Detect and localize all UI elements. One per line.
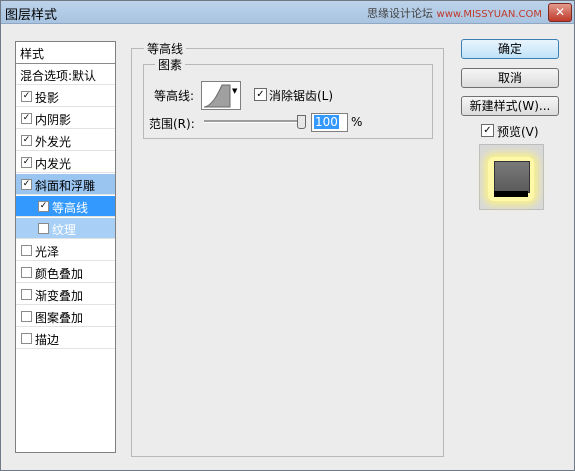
cancel-button[interactable]: 取消 — [461, 68, 559, 88]
blend-options-item[interactable]: 混合选项:默认 — [16, 64, 115, 85]
style-item-texture[interactable]: 纹理 — [16, 218, 115, 239]
style-item-label: 颜色叠加 — [35, 267, 84, 281]
preview-label: 预览(V) — [497, 125, 539, 139]
style-item-label: 投影 — [35, 91, 60, 105]
style-item-bevel-emboss[interactable]: ✓ 斜面和浮雕 — [16, 174, 115, 195]
preview-shape — [494, 161, 530, 193]
gradient-overlay-checkbox[interactable] — [21, 289, 32, 300]
inner-shadow-checkbox[interactable]: ✓ — [21, 113, 32, 124]
style-item-label: 纹理 — [52, 223, 77, 237]
contour-group-title: 等高线 — [144, 40, 187, 57]
style-item-label: 斜面和浮雕 — [35, 179, 96, 193]
styles-list: 样式 混合选项:默认 ✓ 投影 ✓ 内阴影 ✓ 外发光 ✓ 内发光 ✓ 斜面和浮… — [15, 41, 116, 453]
style-item-label: 内发光 — [35, 157, 72, 171]
blend-options-label: 混合选项:默认 — [20, 69, 97, 83]
style-item-satin[interactable]: 光泽 — [16, 240, 115, 261]
style-item-label: 内阴影 — [35, 113, 72, 127]
new-style-button[interactable]: 新建样式(W)... — [461, 96, 559, 116]
layer-style-dialog: 图层样式 思缘设计论坛 www.MISSYUAN.COM ✕ 样式 混合选项:默… — [0, 0, 575, 471]
anti-alias-label: 消除锯齿(L) — [269, 89, 334, 103]
style-item-outer-glow[interactable]: ✓ 外发光 — [16, 130, 115, 151]
elements-group-title: 图素 — [155, 56, 186, 73]
bevel-emboss-checkbox[interactable]: ✓ — [21, 179, 32, 190]
style-item-inner-shadow[interactable]: ✓ 内阴影 — [16, 108, 115, 129]
preview-shadow — [494, 191, 528, 197]
style-item-color-overlay[interactable]: 颜色叠加 — [16, 262, 115, 283]
style-item-label: 描边 — [35, 333, 60, 347]
style-item-pattern-overlay[interactable]: 图案叠加 — [16, 306, 115, 327]
window-title: 图层样式 — [5, 8, 58, 23]
range-input[interactable]: 100 — [311, 113, 348, 132]
range-slider-track[interactable] — [204, 120, 303, 123]
style-item-contour[interactable]: ✓ 等高线 — [16, 196, 115, 217]
preview-checkbox[interactable]: ✓ — [481, 124, 494, 137]
style-item-gradient-overlay[interactable]: 渐变叠加 — [16, 284, 115, 305]
texture-checkbox[interactable] — [38, 223, 49, 234]
style-item-label: 光泽 — [35, 245, 60, 259]
contour-picker[interactable] — [201, 81, 241, 110]
style-item-stroke[interactable]: 描边 — [16, 328, 115, 349]
inner-glow-checkbox[interactable]: ✓ — [21, 157, 32, 168]
range-slider-thumb[interactable] — [297, 115, 306, 129]
contour-curve-icon — [203, 84, 231, 108]
style-item-inner-glow[interactable]: ✓ 内发光 — [16, 152, 115, 173]
range-value: 100 — [314, 115, 339, 129]
ok-button[interactable]: 确定 — [461, 39, 559, 59]
anti-alias-checkbox[interactable]: ✓ — [254, 88, 267, 101]
preview-thumbnail — [479, 144, 544, 210]
style-item-label: 等高线 — [52, 201, 89, 215]
styles-header-label: 样式 — [20, 47, 45, 61]
style-item-label: 渐变叠加 — [35, 289, 84, 303]
style-item-drop-shadow[interactable]: ✓ 投影 — [16, 86, 115, 107]
watermark-url: www.MISSYUAN.COM — [436, 9, 542, 20]
styles-list-header[interactable]: 样式 — [16, 42, 115, 64]
contour-checkbox[interactable]: ✓ — [38, 201, 49, 212]
pattern-overlay-checkbox[interactable] — [21, 311, 32, 322]
range-unit: % — [351, 115, 363, 129]
watermark: 思缘设计论坛 www.MISSYUAN.COM — [367, 5, 542, 21]
contour-label: 等高线: — [154, 89, 195, 103]
style-item-label: 图案叠加 — [35, 311, 84, 325]
color-overlay-checkbox[interactable] — [21, 267, 32, 278]
title-bar[interactable]: 图层样式 思缘设计论坛 www.MISSYUAN.COM ✕ — [1, 1, 574, 24]
range-label: 范围(R): — [149, 117, 195, 131]
chevron-down-icon[interactable]: ▼ — [232, 87, 237, 95]
style-item-label: 外发光 — [35, 135, 72, 149]
outer-glow-checkbox[interactable]: ✓ — [21, 135, 32, 146]
drop-shadow-checkbox[interactable]: ✓ — [21, 91, 32, 102]
stroke-checkbox[interactable] — [21, 333, 32, 344]
satin-checkbox[interactable] — [21, 245, 32, 256]
close-button[interactable]: ✕ — [548, 3, 572, 22]
watermark-text: 思缘设计论坛 — [367, 7, 434, 20]
